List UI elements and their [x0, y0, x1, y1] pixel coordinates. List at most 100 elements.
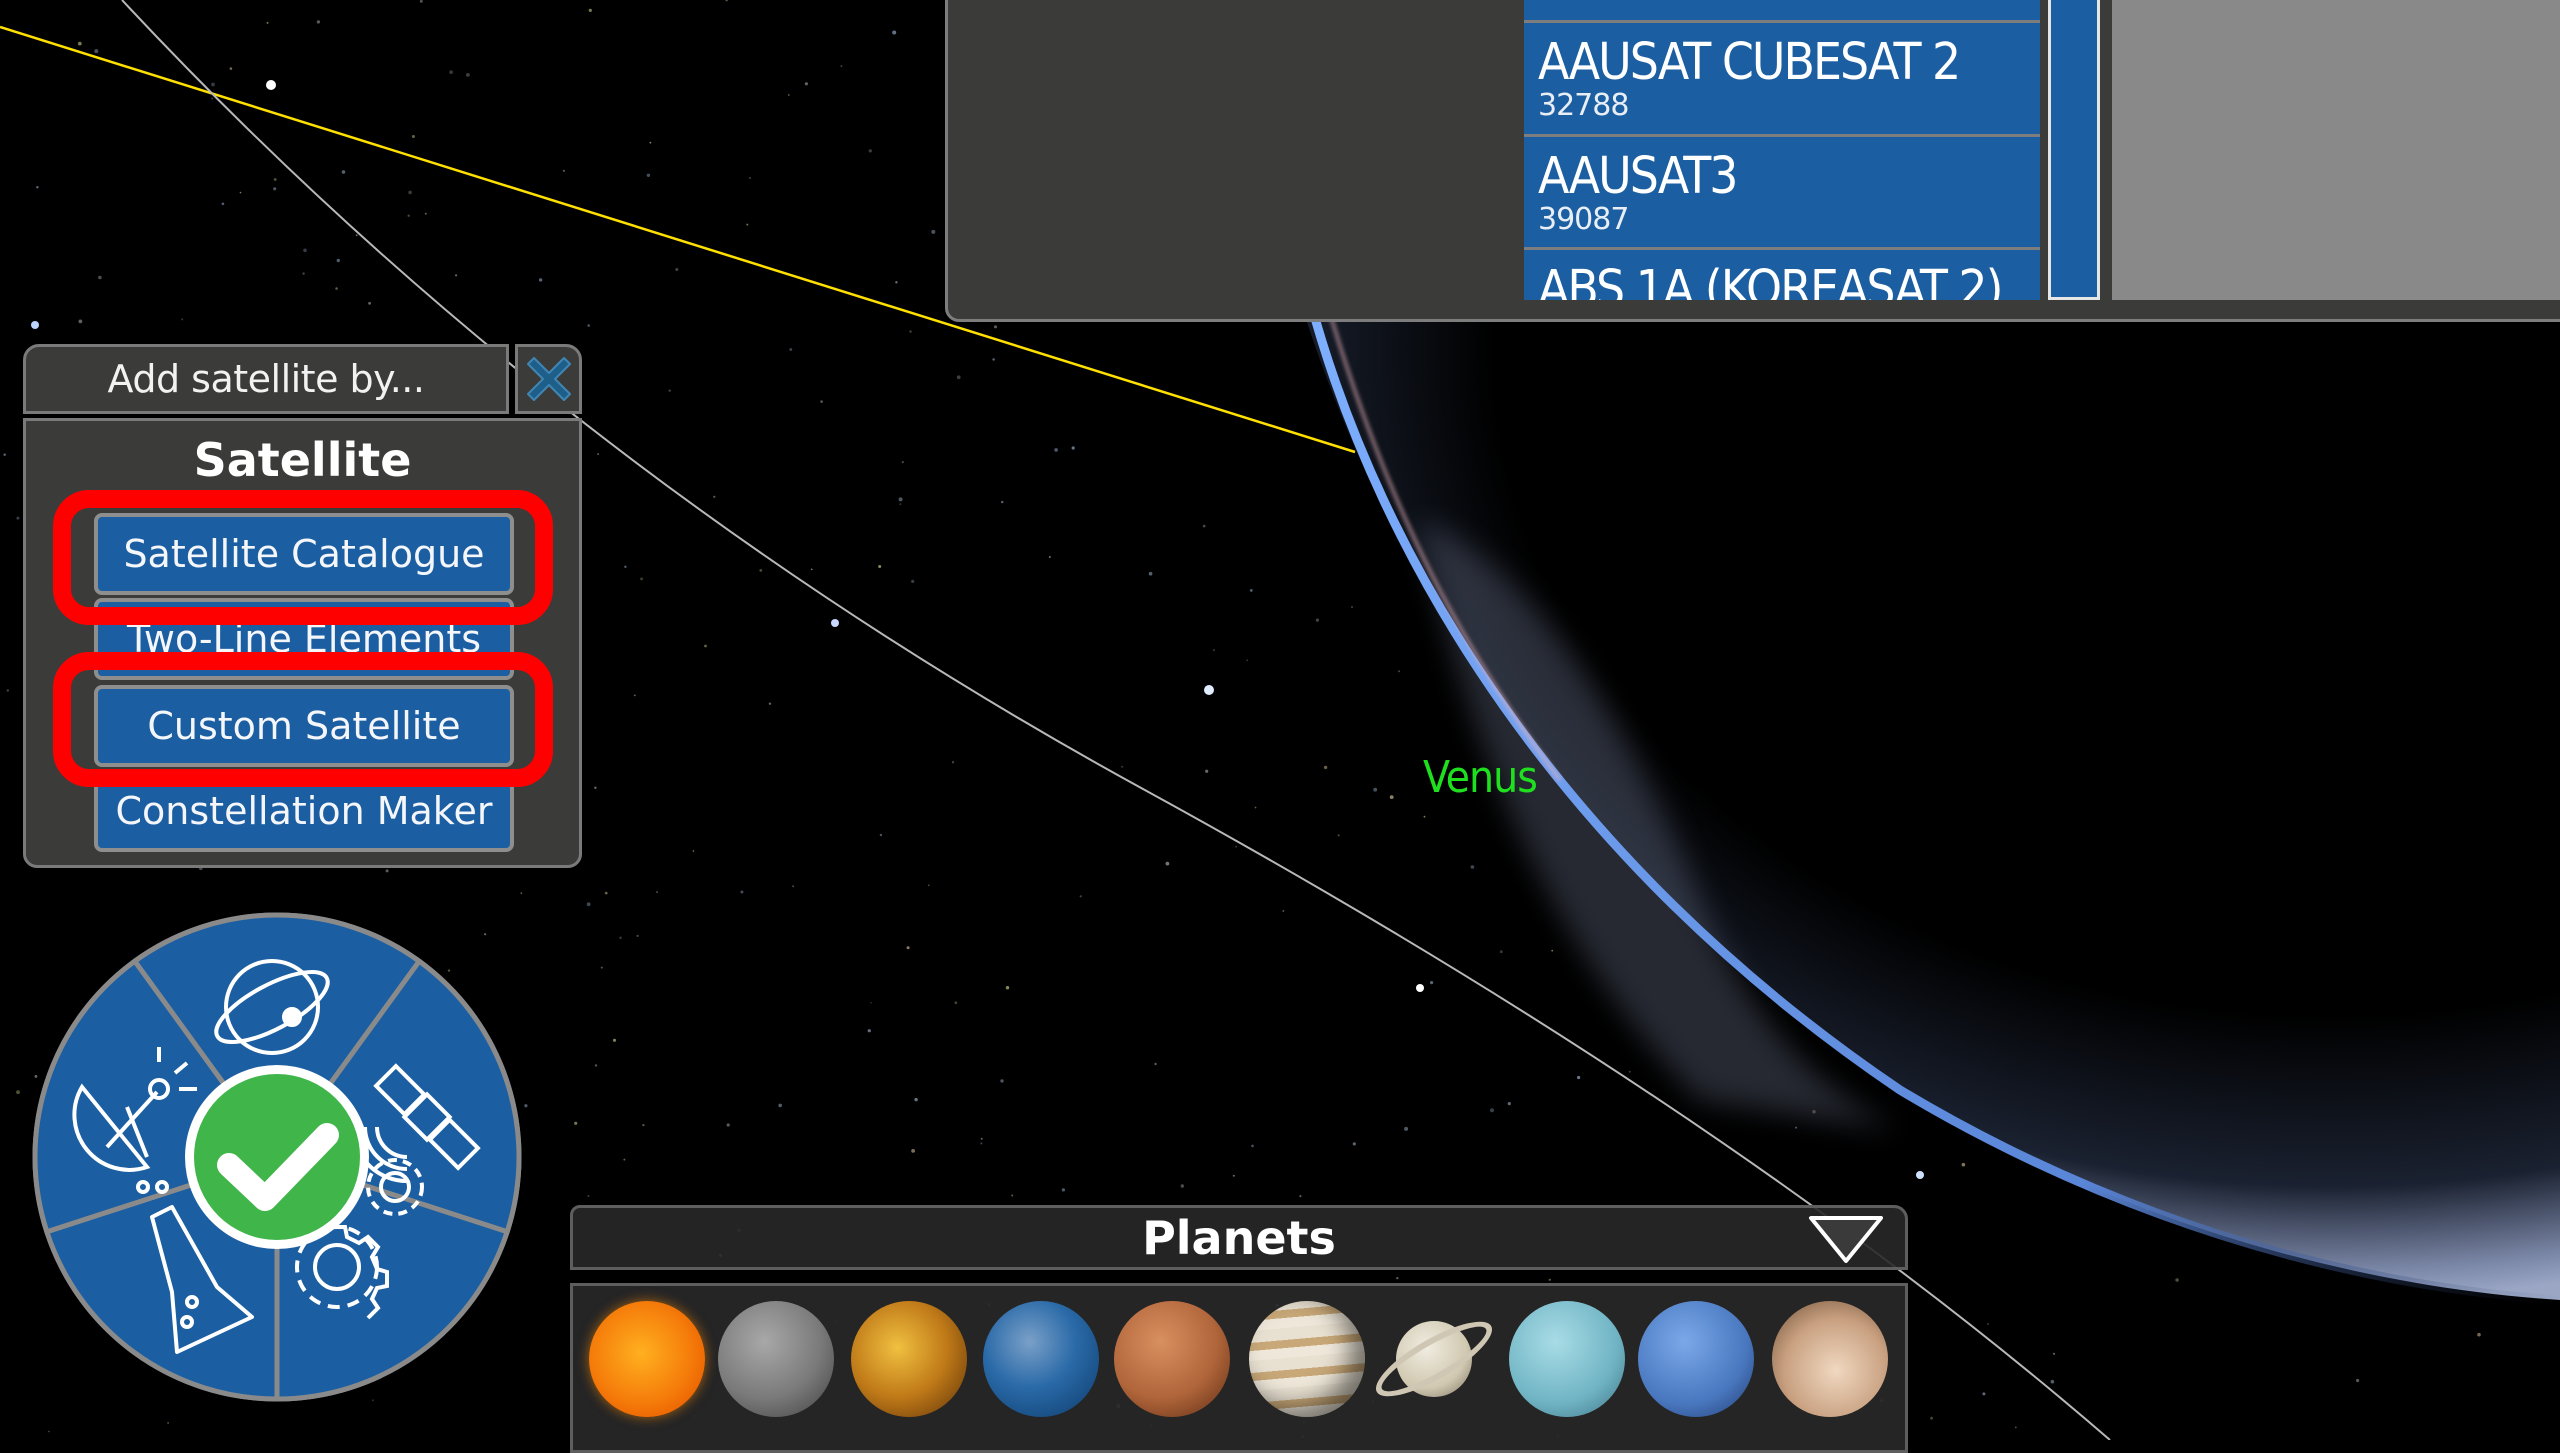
star: [600, 966, 603, 969]
bright-star: [266, 80, 276, 90]
star: [455, 274, 458, 277]
satellite-name: AAUSAT3: [1538, 147, 1738, 206]
star: [1795, 1126, 1798, 1129]
star: [1337, 834, 1340, 837]
planet-earth[interactable]: [983, 1301, 1099, 1417]
star: [898, 497, 903, 502]
star: [956, 375, 961, 380]
close-button[interactable]: [515, 344, 582, 414]
planet-venus[interactable]: [851, 1301, 967, 1417]
star: [98, 275, 102, 280]
star: [740, 890, 744, 894]
star: [1005, 986, 1010, 990]
star: [2175, 1278, 2179, 1282]
list-item[interactable]: ABS 1A (KOREASAT 2): [1524, 250, 2040, 300]
star: [1430, 981, 1434, 985]
planet-sun[interactable]: [589, 1301, 705, 1417]
constellation-maker-button[interactable]: Constellation Maker: [94, 770, 514, 852]
planet-mercury[interactable]: [718, 1301, 834, 1417]
star: [181, 318, 184, 321]
star: [1315, 618, 1319, 622]
planet-jupiter[interactable]: [1249, 1301, 1365, 1417]
bright-star: [831, 619, 839, 627]
star: [668, 389, 671, 392]
star: [16, 516, 20, 520]
star: [16, 1090, 20, 1095]
bright-star: [1416, 984, 1424, 992]
star: [221, 202, 225, 206]
star: [588, 8, 592, 12]
star: [574, 1121, 578, 1125]
star: [586, 902, 591, 907]
star: [48, 1430, 50, 1433]
list-item[interactable]: 41460: [1524, 0, 2040, 20]
satellite-name: AAUSAT CUBESAT 2: [1538, 33, 1961, 92]
star: [1235, 845, 1238, 848]
star: [211, 82, 215, 87]
star: [1352, 1142, 1356, 1146]
star: [449, 70, 453, 74]
star: [1490, 1108, 1494, 1113]
star: [1048, 556, 1051, 558]
star: [6, 689, 9, 692]
two-line-elements-button[interactable]: Two-Line Elements: [94, 598, 514, 680]
star: [167, 1422, 169, 1424]
planet-mars[interactable]: [1114, 1301, 1230, 1417]
star: [1121, 765, 1124, 768]
planet-saturn[interactable]: [1396, 1321, 1472, 1397]
star: [646, 173, 651, 177]
triangle-down-icon[interactable]: [1805, 1213, 1887, 1265]
star: [1202, 524, 1206, 528]
add-satellite-header: Add satellite by...: [23, 344, 509, 414]
venus-label[interactable]: Venus: [1423, 752, 1538, 803]
star: [1423, 815, 1426, 818]
star: [1351, 606, 1353, 608]
star: [895, 281, 898, 284]
star: [303, 248, 307, 253]
star: [1011, 1194, 1014, 1197]
star: [78, 319, 83, 324]
list-item[interactable]: AAUSAT3 39087: [1524, 137, 2040, 247]
custom-satellite-button[interactable]: Custom Satellite: [94, 685, 514, 767]
star: [302, 272, 305, 275]
planet-uranus[interactable]: [1509, 1301, 1625, 1417]
list-item[interactable]: AAUSAT CUBESAT 2 32788: [1524, 23, 2040, 134]
radial-menu: [32, 912, 522, 1402]
star: [911, 1149, 915, 1153]
planet-neptune[interactable]: [1638, 1301, 1754, 1417]
star: [604, 891, 608, 895]
star: [792, 885, 794, 888]
star: [1470, 865, 1475, 869]
star: [1551, 949, 1554, 952]
satellite-list[interactable]: 41460 AAUSAT CUBESAT 2 32788 AAUSAT3 390…: [1524, 0, 2040, 300]
star: [385, 869, 389, 873]
satellite-catalogue-button[interactable]: Satellite Catalogue: [94, 513, 514, 595]
star: [1987, 1323, 1989, 1325]
star: [538, 278, 543, 282]
star: [587, 1195, 590, 1197]
star: [1396, 1277, 1399, 1280]
star: [704, 644, 707, 648]
planet-pluto[interactable]: [1772, 1301, 1888, 1417]
satellite-id: 41460: [1538, 0, 1629, 5]
star: [1404, 1126, 1409, 1131]
star: [1213, 649, 1215, 651]
star: [980, 1137, 983, 1140]
confirm-button[interactable]: [185, 1065, 369, 1249]
star: [911, 579, 915, 584]
star: [2356, 1378, 2360, 1383]
bright-star: [1916, 1171, 1924, 1179]
star: [355, 234, 358, 237]
star: [649, 141, 652, 144]
star: [368, 301, 371, 305]
list-scrollbar[interactable]: [2048, 0, 2100, 300]
star: [1373, 787, 1378, 792]
star: [804, 82, 809, 86]
star: [408, 190, 412, 195]
star: [411, 135, 415, 138]
star: [633, 694, 636, 697]
star: [1249, 589, 1253, 592]
star: [612, 1038, 617, 1042]
star: [1148, 571, 1153, 576]
star: [211, 97, 214, 100]
